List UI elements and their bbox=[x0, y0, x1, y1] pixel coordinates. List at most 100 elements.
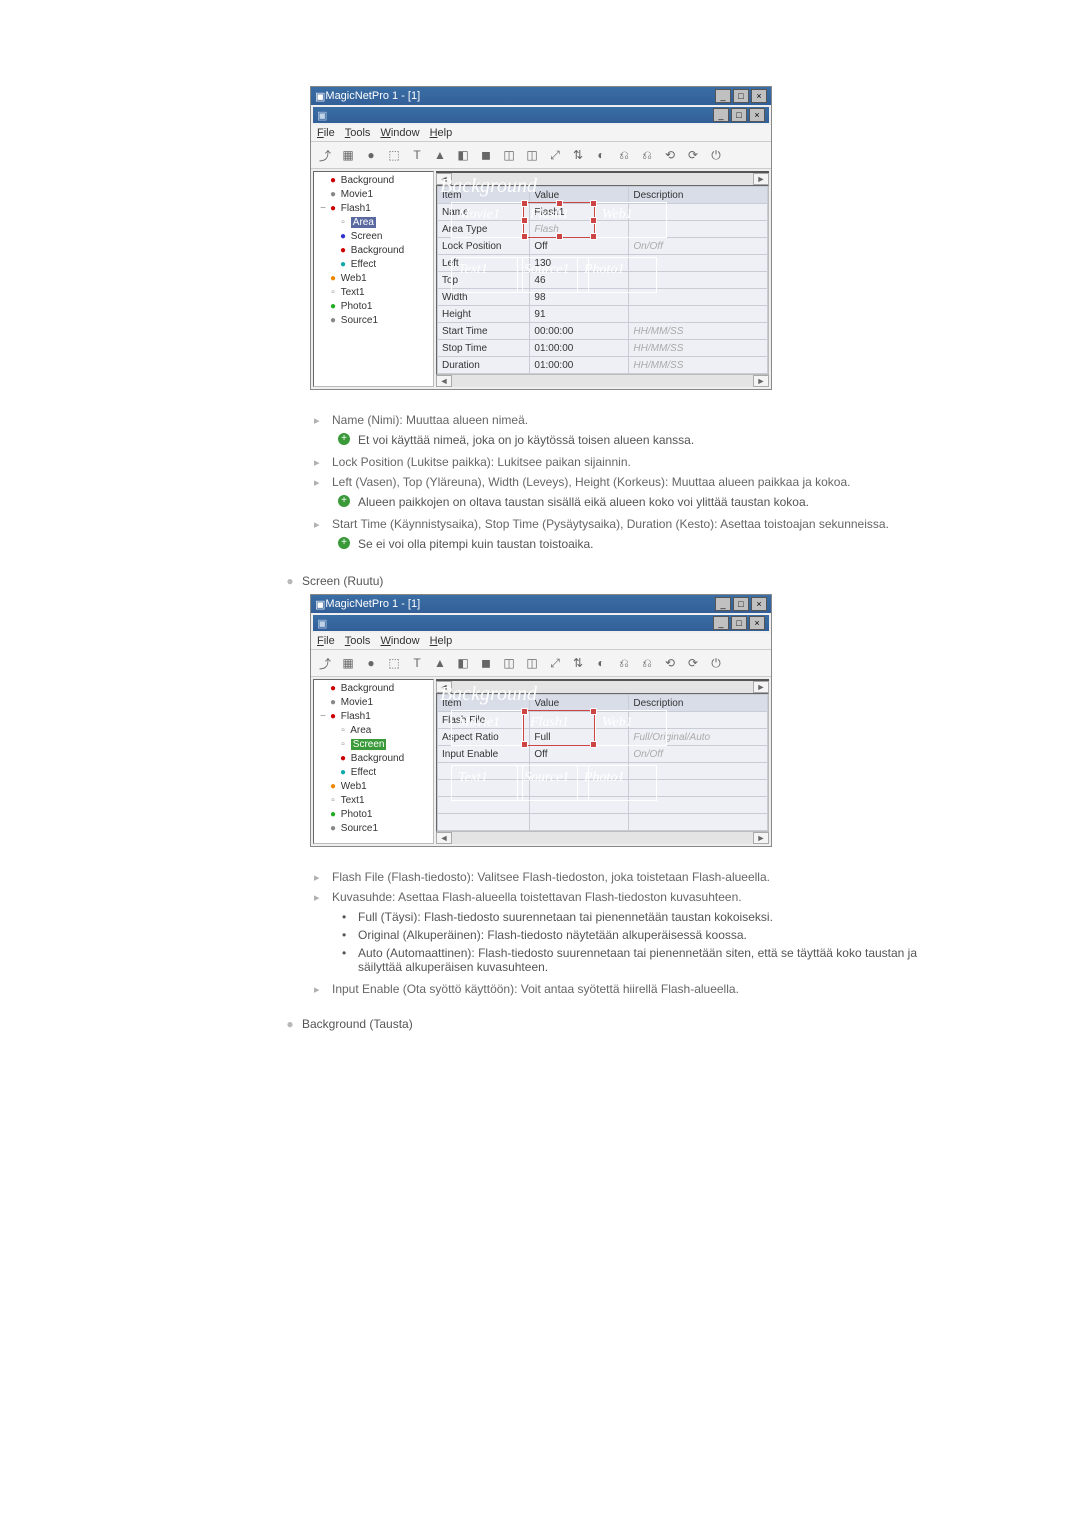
close-button[interactable]: × bbox=[751, 89, 767, 103]
toolbar-btn-5[interactable]: ▲ bbox=[430, 145, 450, 165]
box-text1[interactable]: Text1 bbox=[451, 257, 523, 293]
toolbar-btn-5[interactable]: ▲ bbox=[430, 653, 450, 673]
child-max-button[interactable]: □ bbox=[731, 616, 747, 630]
child-close-button[interactable]: × bbox=[749, 108, 765, 122]
tree-item-background[interactable]: ● Background bbox=[318, 752, 433, 766]
props-hscroll-2[interactable]: ◄► bbox=[436, 832, 769, 844]
menu-tools[interactable]: Tools bbox=[345, 127, 371, 139]
menu-help[interactable]: Help bbox=[430, 635, 453, 647]
box-photo1[interactable]: Photo1 bbox=[577, 765, 657, 801]
toolbar-btn-1[interactable]: ▦ bbox=[338, 145, 358, 165]
toolbar-btn-2[interactable]: ● bbox=[361, 145, 381, 165]
tree-item-area[interactable]: ▫ Area bbox=[318, 216, 433, 230]
box-photo1[interactable]: Photo1 bbox=[577, 257, 657, 293]
toolbar-btn-6[interactable]: ◧ bbox=[453, 145, 473, 165]
min-button[interactable]: _ bbox=[715, 597, 731, 611]
toolbar-btn-16[interactable]: ⟳ bbox=[683, 653, 703, 673]
tree-panel-2[interactable]: ● Background ● Movie1−● Flash1▫ Area▫ Scr… bbox=[313, 679, 434, 844]
tree-item-source1[interactable]: ● Source1 bbox=[318, 314, 433, 328]
toolbar-btn-6[interactable]: ◧ bbox=[453, 653, 473, 673]
tree-item-screen[interactable]: ● Screen bbox=[318, 230, 433, 244]
menu-file[interactable]: File bbox=[317, 635, 335, 647]
toolbar-btn-9[interactable]: ◫ bbox=[522, 145, 542, 165]
table-row[interactable]: Duration01:00:00HH/MM/SS bbox=[438, 357, 768, 374]
toolbar-btn-0[interactable]: ⤴ bbox=[315, 145, 335, 165]
toolbar-btn-11[interactable]: ⇅ bbox=[568, 145, 588, 165]
tree-item-effect[interactable]: ● Effect bbox=[318, 766, 433, 780]
menu-window[interactable]: Window bbox=[380, 127, 419, 139]
tree-item-flash1[interactable]: −● Flash1 bbox=[318, 202, 433, 216]
close-button[interactable]: × bbox=[751, 597, 767, 611]
toolbar-btn-11[interactable]: ⇅ bbox=[568, 653, 588, 673]
tree-item-text1[interactable]: ▫ Text1 bbox=[318, 286, 433, 300]
menu-window[interactable]: Window bbox=[380, 635, 419, 647]
tree-item-flash1[interactable]: −● Flash1 bbox=[318, 710, 433, 724]
tree-item-web1[interactable]: ● Web1 bbox=[318, 272, 433, 286]
table-row[interactable]: Start Time00:00:00HH/MM/SS bbox=[438, 323, 768, 340]
toolbar-btn-13[interactable]: ⎌ bbox=[614, 653, 634, 673]
canvas-area[interactable]: Background Movie1 Flash1 Web1 Text1 Sour… bbox=[436, 171, 769, 173]
toolbar-btn-4[interactable]: T bbox=[407, 145, 427, 165]
box-text1[interactable]: Text1 bbox=[451, 765, 523, 801]
toolbar-btn-4[interactable]: T bbox=[407, 653, 427, 673]
canvas-area-2[interactable]: Background Movie1 Flash1 Web1 Text1 Sour… bbox=[436, 679, 769, 681]
tree-item-background[interactable]: ● Background bbox=[318, 244, 433, 258]
toolbar-btn-3[interactable]: ⬚ bbox=[384, 653, 404, 673]
tree-item-background[interactable]: ● Background bbox=[318, 174, 433, 188]
child-min-button[interactable]: _ bbox=[713, 616, 729, 630]
table-row[interactable]: Lock PositionOffOn/Off bbox=[438, 238, 768, 255]
max-button[interactable]: □ bbox=[733, 89, 749, 103]
tree-item-photo1[interactable]: ● Photo1 bbox=[318, 808, 433, 822]
tree-item-movie1[interactable]: ● Movie1 bbox=[318, 188, 433, 202]
min-button[interactable]: _ bbox=[715, 89, 731, 103]
tree-item-text1[interactable]: ▫ Text1 bbox=[318, 794, 433, 808]
toolbar-btn-12[interactable]: ◐ bbox=[591, 145, 611, 165]
toolbar-btn-13[interactable]: ⎌ bbox=[614, 145, 634, 165]
toolbar-btn-16[interactable]: ⟳ bbox=[683, 145, 703, 165]
toolbar-btn-9[interactable]: ◫ bbox=[522, 653, 542, 673]
toolbar-btn-17[interactable]: ⏻ bbox=[706, 653, 726, 673]
table-row[interactable] bbox=[438, 814, 768, 831]
tree-panel[interactable]: ● Background● Movie1−● Flash1▫ Area● Scr… bbox=[313, 171, 434, 387]
toolbar-btn-2[interactable]: ● bbox=[361, 653, 381, 673]
toolbar-btn-8[interactable]: ◫ bbox=[499, 653, 519, 673]
menu-help[interactable]: Help bbox=[430, 127, 453, 139]
table-row[interactable]: Height91 bbox=[438, 306, 768, 323]
toolbar-btn-10[interactable]: ⤢ bbox=[545, 145, 565, 165]
menu-tools[interactable]: Tools bbox=[345, 635, 371, 647]
toolbar-btn-15[interactable]: ⟲ bbox=[660, 145, 680, 165]
menu-file[interactable]: FFileile bbox=[317, 127, 335, 139]
toolbar-btn-14[interactable]: ⎌ bbox=[637, 145, 657, 165]
toolbar-btn-7[interactable]: ◼ bbox=[476, 145, 496, 165]
toolbar-btn-10[interactable]: ⤢ bbox=[545, 653, 565, 673]
box-flash1[interactable]: Flash1 bbox=[523, 202, 595, 238]
max-button[interactable]: □ bbox=[733, 597, 749, 611]
tree-item-movie1[interactable]: ● Movie1 bbox=[318, 696, 433, 710]
child-min-button[interactable]: _ bbox=[713, 108, 729, 122]
box-web1[interactable]: Web1 bbox=[595, 710, 667, 746]
toolbar-btn-12[interactable]: ◐ bbox=[591, 653, 611, 673]
child-max-button[interactable]: □ bbox=[731, 108, 747, 122]
toolbar-btn-15[interactable]: ⟲ bbox=[660, 653, 680, 673]
table-row[interactable]: Stop Time01:00:00HH/MM/SS bbox=[438, 340, 768, 357]
toolbar-btn-17[interactable]: ⏻ bbox=[706, 145, 726, 165]
toolbar-btn-1[interactable]: ▦ bbox=[338, 653, 358, 673]
tree-item-effect[interactable]: ● Effect bbox=[318, 258, 433, 272]
toolbar-btn-14[interactable]: ⎌ bbox=[637, 653, 657, 673]
toolbar-btn-0[interactable]: ⤴ bbox=[315, 653, 335, 673]
tree-item-screen[interactable]: ▫ Screen bbox=[318, 738, 433, 752]
box-movie1[interactable]: Movie1 bbox=[451, 710, 523, 746]
toolbar-btn-3[interactable]: ⬚ bbox=[384, 145, 404, 165]
box-flash1[interactable]: Flash1 bbox=[523, 710, 595, 746]
props-hscroll[interactable]: ◄► bbox=[436, 375, 769, 387]
box-movie1[interactable]: Movie1 bbox=[451, 202, 523, 238]
tree-item-area[interactable]: ▫ Area bbox=[318, 724, 433, 738]
tree-item-photo1[interactable]: ● Photo1 bbox=[318, 300, 433, 314]
box-web1[interactable]: Web1 bbox=[595, 202, 667, 238]
tree-item-source1[interactable]: ● Source1 bbox=[318, 822, 433, 836]
table-row[interactable]: Input EnableOffOn/Off bbox=[438, 746, 768, 763]
toolbar-btn-8[interactable]: ◫ bbox=[499, 145, 519, 165]
toolbar-btn-7[interactable]: ◼ bbox=[476, 653, 496, 673]
child-close-button[interactable]: × bbox=[749, 616, 765, 630]
tree-item-web1[interactable]: ● Web1 bbox=[318, 780, 433, 794]
